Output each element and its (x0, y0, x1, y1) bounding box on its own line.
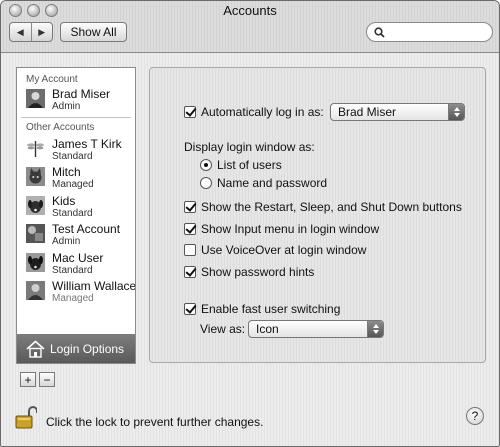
cat-icon (26, 167, 45, 186)
account-name: Mac User (52, 250, 104, 265)
radio-label: List of users (217, 158, 282, 172)
dog-icon (26, 195, 45, 215)
other-accounts-header: Other Accounts (26, 121, 95, 133)
account-item-test-account[interactable]: Test Account Admin (17, 221, 135, 250)
user-photo-icon (26, 281, 45, 300)
view-as-popup[interactable]: Icon (248, 320, 384, 338)
show-input-menu-checkbox[interactable] (184, 223, 196, 235)
auto-login-checkbox[interactable] (184, 106, 196, 118)
checkbox-label: Show password hints (201, 265, 315, 279)
account-role: Standard (52, 264, 93, 276)
account-name: James T Kirk (52, 136, 122, 151)
lock-instruction-text: Click the lock to prevent further change… (46, 415, 264, 429)
back-forward-control: ◀ ▶ (9, 22, 53, 42)
dog-icon (26, 252, 45, 272)
auto-login-label: Automatically log in as: (201, 105, 324, 119)
back-arrow-icon[interactable]: ◀ (10, 23, 31, 41)
view-as-label: View as: (200, 322, 246, 336)
add-account-button[interactable]: + (20, 372, 36, 387)
login-options-label: Login Options (50, 341, 125, 356)
help-button[interactable]: ? (466, 407, 484, 425)
password-hints-checkbox[interactable] (184, 266, 196, 278)
account-role: Managed (52, 179, 94, 190)
checkbox-label: Use VoiceOver at login window (201, 243, 367, 257)
account-role: Standard (52, 150, 93, 162)
voiceover-row[interactable]: Use VoiceOver at login window (184, 243, 366, 257)
checkbox-label: Show Input menu in login window (201, 222, 380, 236)
remove-account-button[interactable]: − (39, 372, 55, 387)
search-input[interactable] (389, 26, 489, 38)
search-field[interactable] (366, 22, 493, 42)
user-photo-icon (26, 89, 45, 108)
radio-list-of-users[interactable]: List of users (200, 158, 282, 172)
popup-arrows-icon (448, 104, 464, 120)
fast-switching-checkbox[interactable] (184, 303, 196, 315)
show-restart-checkbox[interactable] (184, 201, 196, 213)
accounts-list: My Account Brad Miser Admin Other Accoun… (16, 67, 136, 364)
account-name: Kids (52, 193, 76, 208)
account-role: Managed (52, 293, 94, 304)
radio-button[interactable] (200, 177, 212, 189)
account-name: Mitch (52, 165, 81, 179)
account-name: Test Account (52, 222, 121, 236)
my-account-header: My Account (26, 74, 78, 85)
radio-name-and-password[interactable]: Name and password (200, 176, 327, 190)
forward-arrow-icon[interactable]: ▶ (30, 23, 53, 41)
account-role: Admin (52, 236, 81, 247)
auto-login-user-popup[interactable]: Brad Miser (330, 103, 465, 121)
auto-login-user-value: Brad Miser (338, 105, 397, 119)
account-role: Standard (52, 207, 93, 219)
voiceover-checkbox[interactable] (184, 244, 196, 256)
abstract-icon (26, 224, 45, 243)
fast-switching-row[interactable]: Enable fast user switching (184, 302, 340, 316)
account-item-brad-miser[interactable]: Brad Miser Admin (17, 86, 135, 115)
popup-arrows-icon (367, 321, 383, 337)
view-as-value: Icon (256, 322, 279, 336)
account-name: Brad Miser (52, 87, 111, 101)
accounts-window: Accounts ◀ ▶ Show All My Account Brad Mi… (0, 0, 500, 447)
title-bar: Accounts ◀ ▶ Show All (1, 1, 499, 53)
account-item-mitch[interactable]: Mitch Managed (17, 164, 135, 193)
checkbox-label: Show the Restart, Sleep, and Shut Down b… (201, 200, 462, 214)
checkbox-label: Enable fast user switching (201, 302, 341, 316)
open-lock-icon[interactable] (15, 405, 37, 429)
show-restart-row[interactable]: Show the Restart, Sleep, and Shut Down b… (184, 200, 462, 214)
account-item-kids[interactable]: Kids Standard (17, 193, 135, 222)
account-role: Admin (52, 101, 81, 112)
house-icon (26, 339, 45, 358)
login-options-item[interactable]: Login Options (17, 334, 135, 363)
radio-button[interactable] (200, 159, 212, 171)
dragonfly-icon (27, 140, 44, 157)
account-item-james-t-kirk[interactable]: James T Kirk Standard (17, 136, 135, 165)
account-name: William Wallace (52, 279, 136, 293)
show-input-menu-row[interactable]: Show Input menu in login window (184, 222, 379, 236)
radio-label: Name and password (217, 176, 328, 190)
account-item-mac-user[interactable]: Mac User Standard (17, 250, 135, 279)
display-as-label: Display login window as: (184, 140, 315, 154)
auto-login-checkbox-row[interactable]: Automatically log in as: (184, 105, 324, 119)
password-hints-row[interactable]: Show password hints (184, 265, 314, 279)
search-icon (374, 26, 385, 38)
window-title: Accounts (223, 3, 277, 18)
show-all-button[interactable]: Show All (60, 22, 127, 42)
account-item-william-wallace[interactable]: William Wallace Managed (17, 278, 135, 307)
